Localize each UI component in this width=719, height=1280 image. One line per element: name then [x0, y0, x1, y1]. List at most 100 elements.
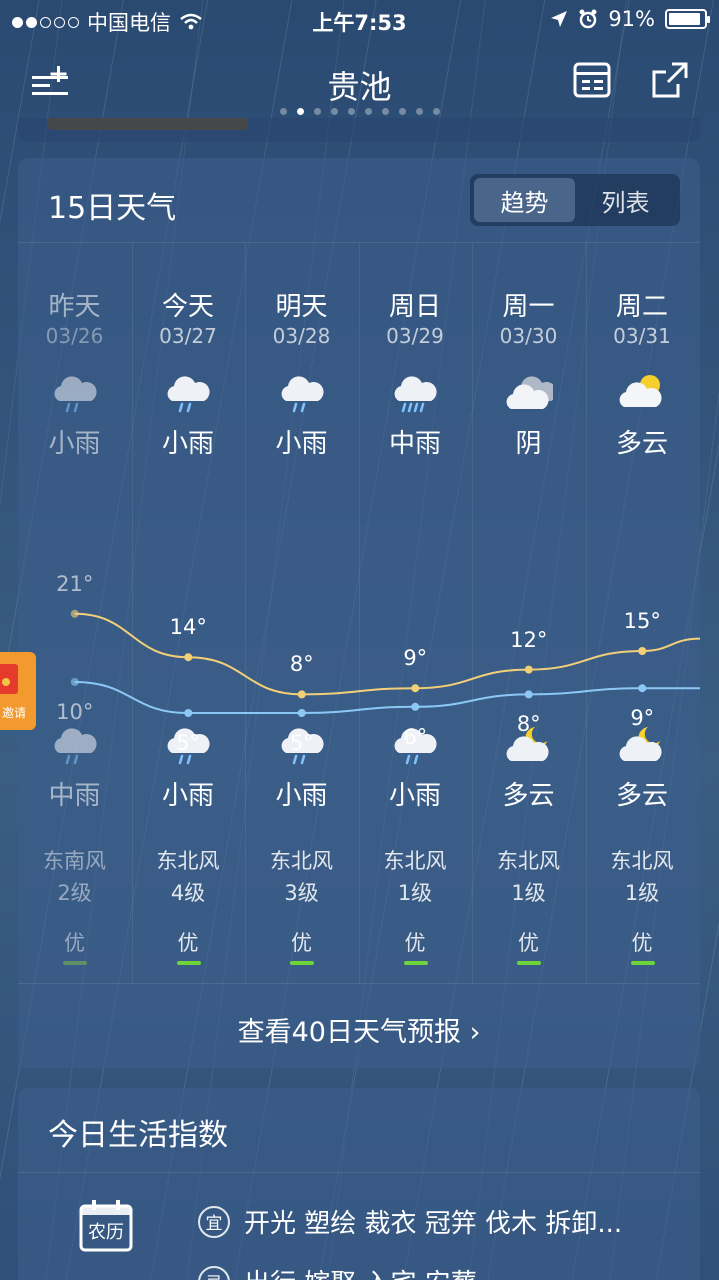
- low-temp-label: 8°: [516, 712, 541, 737]
- life-index-card: 今日生活指数 农历 宜 开光 塑绘 裁衣 冠笄 伐木 拆卸... 忌 出行 嫁娶…: [18, 1088, 700, 1280]
- day-name: 周一: [502, 292, 555, 322]
- forecast-day-column[interactable]: 明天 03/28 小雨 小雨 东北风 3级优: [245, 243, 358, 985]
- day-date: 03/29: [386, 324, 444, 348]
- aqi-level-bar: [176, 961, 201, 965]
- overcast-icon: [506, 376, 553, 409]
- day-weather-icon: [472, 371, 585, 415]
- news-card-icon[interactable]: [572, 60, 612, 100]
- page-indicator: [0, 108, 719, 115]
- day-name: 周日: [388, 292, 441, 322]
- wind-direction: 东北风: [383, 849, 447, 873]
- battery-percent: 91%: [608, 7, 655, 31]
- forecast-title: 15日天气: [48, 191, 177, 226]
- night-condition: 小雨: [275, 781, 328, 811]
- wind-direction: 东北风: [156, 849, 220, 873]
- low-temp-label: 9°: [630, 706, 655, 731]
- tab-trend[interactable]: 趋势: [474, 178, 575, 222]
- high-temp-label: 9°: [403, 646, 428, 671]
- day-date: 03/31: [613, 324, 671, 348]
- aqi-level-bar: [63, 961, 87, 965]
- ji-badge: 忌: [198, 1265, 230, 1280]
- day-name: 明天: [275, 292, 328, 322]
- rain-cloud-icon: [281, 376, 324, 413]
- day-date: 03/30: [499, 324, 558, 348]
- alarm-clock-icon: [579, 9, 597, 29]
- rain-cloud-icon: [54, 376, 97, 413]
- day-condition: 小雨: [161, 429, 214, 459]
- high-temp-label: 14°: [169, 615, 207, 640]
- share-icon[interactable]: [650, 60, 690, 100]
- night-condition: 小雨: [161, 781, 214, 811]
- forecast-40day-link[interactable]: 查看40日天气预报 ›: [18, 1010, 700, 1049]
- view-toggle: 趋势 列表: [470, 174, 680, 226]
- yi-badge: 宜: [198, 1205, 230, 1238]
- divider: [18, 1172, 700, 1173]
- day-date: 03/27: [159, 324, 217, 348]
- air-quality: 优: [404, 931, 426, 955]
- forecast-day-column[interactable]: 今天 03/27 小雨 小雨 东北风 4级优: [132, 243, 245, 985]
- air-quality: 优: [631, 931, 653, 955]
- day-weather-icon: [245, 371, 358, 415]
- rain-cloud-icon: [167, 376, 210, 413]
- day-condition: 中雨: [388, 429, 441, 459]
- wind-direction: 东北风: [497, 849, 560, 873]
- wind-level: 2级: [57, 881, 92, 905]
- ji-row[interactable]: 忌 出行 嫁娶 入宅 安葬: [198, 1263, 477, 1280]
- night-condition: 中雨: [48, 781, 101, 811]
- day-weather-icon: [18, 371, 131, 415]
- day-condition: 阴: [515, 429, 542, 459]
- forecast-day-column[interactable]: 昨天 03/26 小雨中雨东南风 2级优: [18, 243, 131, 985]
- wind-level: 1级: [397, 881, 433, 905]
- day-condition: 小雨: [275, 429, 328, 459]
- day-weather-icon: [586, 371, 699, 415]
- life-index-title: 今日生活指数: [48, 1118, 228, 1153]
- day-name: 今天: [161, 292, 214, 322]
- wind-level: 1级: [624, 881, 660, 905]
- previous-card-image: [48, 118, 248, 130]
- red-packet-icon: [0, 664, 18, 694]
- forecast-day-column[interactable]: 周日 03/29 中雨小雨东北风 1级优: [359, 243, 472, 985]
- low-temp-label: 5°: [176, 731, 201, 755]
- low-temp-label: 5°: [289, 731, 314, 755]
- air-quality: 优: [64, 931, 85, 955]
- air-quality: 优: [291, 931, 312, 955]
- high-temp-label: 12°: [510, 627, 548, 652]
- heavy-rain-cloud-icon: [394, 376, 437, 413]
- wind-direction: 东北风: [610, 849, 674, 873]
- wind-level: 3级: [284, 881, 319, 905]
- night-condition: 小雨: [388, 781, 441, 811]
- wind-level: 4级: [170, 881, 206, 905]
- aqi-level-bar: [630, 961, 655, 965]
- day-date: 03/26: [45, 324, 104, 348]
- battery-icon: [665, 9, 710, 29]
- previous-card-edge: [18, 118, 700, 142]
- invite-red-packet-button[interactable]: 邀请: [0, 652, 36, 730]
- day-name: 周二: [615, 292, 668, 322]
- wind-direction: 东北风: [270, 849, 333, 873]
- wind-direction: 东南风: [43, 849, 106, 873]
- night-condition: 多云: [615, 781, 668, 811]
- yi-items: 开光 塑绘 裁衣 冠笄 伐木 拆卸...: [244, 1209, 623, 1239]
- wind-level: 1级: [511, 881, 546, 905]
- ji-items: 出行 嫁娶 入宅 安葬: [244, 1263, 477, 1280]
- day-weather-icon: [132, 371, 245, 415]
- tab-list[interactable]: 列表: [575, 178, 676, 222]
- day-name: 昨天: [48, 292, 101, 322]
- high-temp-label: 21°: [56, 571, 94, 596]
- forecast-day-column[interactable]: 周一 03/30 阴多云东北风 1级优: [472, 243, 585, 985]
- air-quality: 优: [518, 931, 539, 955]
- yi-row[interactable]: 宜 开光 塑绘 裁衣 冠笄 伐木 拆卸...: [198, 1203, 622, 1240]
- location-arrow-icon: [551, 11, 568, 27]
- lunar-calendar-label: 农历: [88, 1222, 124, 1243]
- forecast-15day-card: 15日天气 趋势 列表 昨天 03/26 小雨 中雨 东南风 2级优今天 03/27 小雨 小雨…: [18, 158, 700, 1068]
- rain-cloud-icon: [54, 728, 97, 765]
- day-condition: 小雨: [48, 429, 101, 459]
- night-condition: 多云: [502, 781, 555, 811]
- air-quality: 优: [177, 931, 199, 955]
- forecast-days[interactable]: 昨天 03/26 小雨 中雨 东南风 2级优今天 03/27 小雨 小雨 东北风 4级优明天 03/2…: [18, 242, 700, 984]
- aqi-level-bar: [403, 961, 428, 965]
- day-weather-icon: [359, 371, 472, 415]
- nav-bar: 贵池: [0, 50, 719, 120]
- aqi-level-bar: [517, 961, 541, 965]
- status-bar: 中国电信 上午7:53 91%: [0, 0, 719, 40]
